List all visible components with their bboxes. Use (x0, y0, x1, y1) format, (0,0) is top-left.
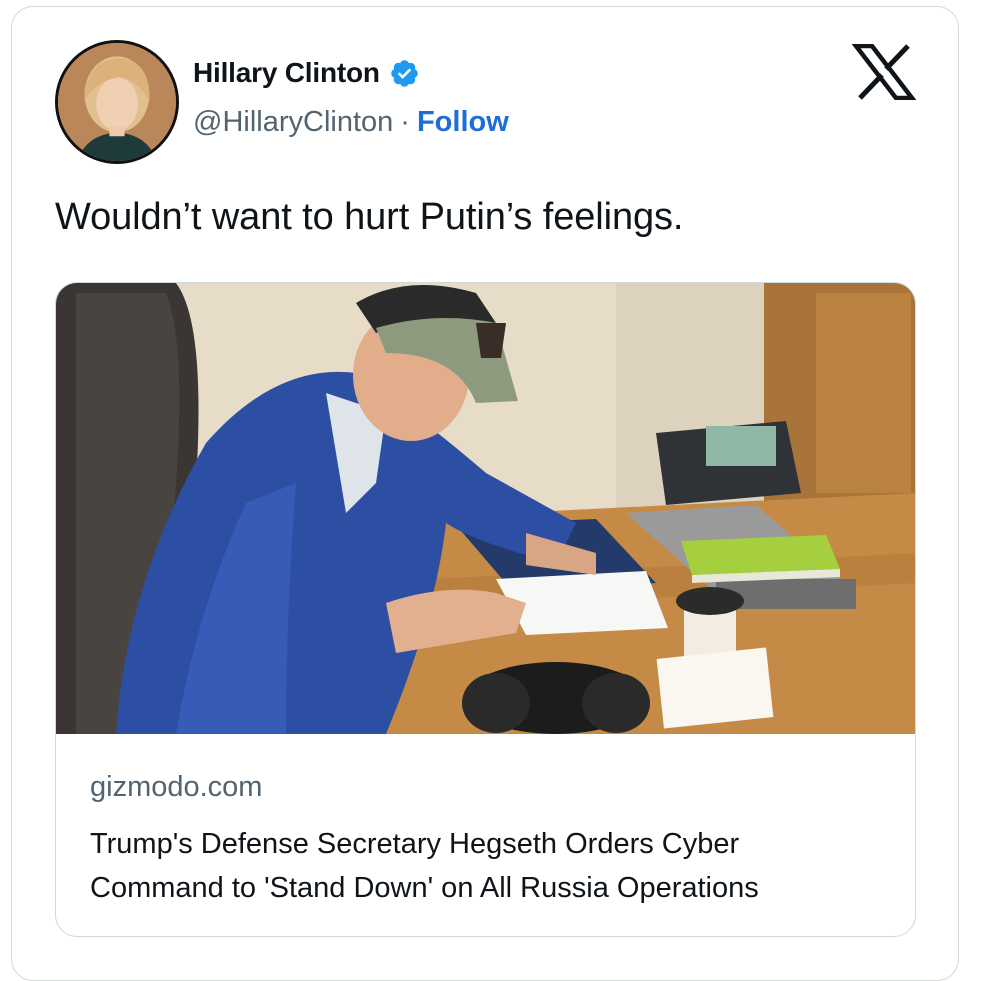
link-domain: gizmodo.com (90, 771, 263, 803)
author-name[interactable]: Hillary Clinton (193, 57, 380, 89)
avatar-photo (58, 43, 176, 161)
separator-dot: · (400, 106, 410, 138)
link-preview-card[interactable]: gizmodo.com Trump's Defense Secretary He… (55, 282, 916, 937)
link-headline-line-2: Command to 'Stand Down' on All Russia Op… (90, 872, 759, 904)
x-logo-icon[interactable] (852, 44, 916, 100)
photo-man-signing-document-at-desk (56, 283, 915, 734)
link-headline-line-1: Trump's Defense Secretary Hegseth Orders… (90, 828, 740, 860)
link-headline[interactable]: Trump's Defense Secretary Hegseth Orders… (90, 822, 890, 910)
link-preview-image[interactable] (56, 283, 915, 734)
follow-button[interactable]: Follow (417, 106, 509, 138)
avatar[interactable] (55, 40, 179, 164)
tweet-text: Wouldn’t want to hurt Putin’s feelings. (55, 196, 684, 238)
author-handle[interactable]: @HillaryClinton (193, 106, 393, 138)
verified-badge-icon (391, 59, 418, 87)
